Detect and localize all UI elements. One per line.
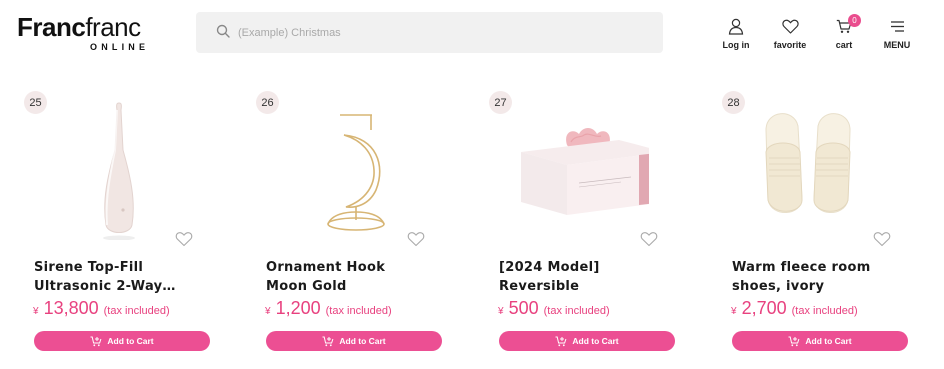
nav-favorite-label: favorite [773, 40, 807, 50]
nav-login[interactable]: Log in [722, 16, 750, 54]
add-to-cart-button[interactable]: Add to Cart [266, 331, 442, 351]
tax-note: (tax included) [543, 305, 610, 317]
price-amount: 13,800 [43, 298, 99, 318]
price-amount: 2,700 [741, 298, 787, 318]
product-price: ¥ 2,700 (tax included) [731, 298, 858, 319]
price-amount: 1,200 [275, 298, 321, 318]
add-to-cart-button[interactable]: Add to Cart [499, 331, 675, 351]
search-bar[interactable] [196, 12, 663, 53]
nav-menu-label: MENU [883, 40, 911, 50]
add-to-cart-label: Add to Cart [107, 336, 154, 346]
tax-note: (tax included) [791, 305, 858, 317]
favorite-heart-icon[interactable] [407, 231, 425, 247]
nav-login-label: Log in [722, 40, 750, 50]
currency-symbol: ¥ [731, 306, 737, 317]
product-name[interactable]: Warm fleece room shoes, ivory [732, 258, 892, 296]
cart-icon: 0 [836, 14, 861, 36]
favorite-heart-icon[interactable] [175, 231, 193, 247]
favorite-heart-icon[interactable] [873, 231, 891, 247]
currency-symbol: ¥ [265, 306, 271, 317]
product-price: ¥ 500 (tax included) [498, 298, 610, 319]
site-logo[interactable]: Francfranc ONLINE [17, 14, 157, 54]
tax-note: (tax included) [103, 305, 170, 317]
product-image-slippers[interactable] [742, 90, 882, 240]
product-price: ¥ 1,200 (tax included) [265, 298, 392, 319]
cart-count-badge: 0 [848, 14, 861, 27]
add-to-cart-button[interactable]: Add to Cart [34, 331, 210, 351]
heart-icon [781, 16, 799, 36]
tax-note: (tax included) [325, 305, 392, 317]
cart-plus-icon [788, 336, 800, 346]
product-name[interactable]: Sirene Top-Fill Ultrasonic 2-Way… [34, 258, 194, 296]
search-icon [216, 23, 230, 42]
product-image-humidifier[interactable] [44, 90, 184, 241]
nav-menu[interactable]: MENU [882, 16, 912, 54]
currency-symbol: ¥ [498, 306, 504, 317]
product-name[interactable]: [2024 Model] Reversible Microfiber… [499, 258, 659, 296]
product-image-moon-hook[interactable] [276, 90, 416, 240]
nav-cart[interactable]: 0 cart [832, 14, 861, 54]
price-amount: 500 [508, 298, 539, 318]
nav-cart-label: cart [835, 40, 853, 50]
add-to-cart-label: Add to Cart [339, 336, 386, 346]
product-card[interactable]: 27 [2024 Model] Reversible Microfiber… ¥… [489, 90, 675, 360]
cart-plus-icon [322, 336, 334, 346]
user-icon [728, 16, 744, 36]
product-name[interactable]: Ornament Hook Moon Gold [266, 258, 426, 296]
product-card[interactable]: 26 Ornament Hook Moon Gold ¥ 1,200 (tax … [256, 90, 442, 360]
logo-subtitle: ONLINE [90, 42, 150, 52]
add-to-cart-label: Add to Cart [572, 336, 619, 346]
add-to-cart-button[interactable]: Add to Cart [732, 331, 908, 351]
product-image-tissue-box[interactable] [509, 90, 665, 240]
cart-plus-icon [555, 336, 567, 346]
nav-favorite[interactable]: favorite [770, 16, 810, 54]
search-input[interactable] [238, 26, 638, 39]
favorite-heart-icon[interactable] [640, 231, 658, 247]
product-price: ¥ 13,800 (tax included) [33, 298, 170, 319]
logo-wordmark: Francfranc [17, 12, 141, 42]
add-to-cart-label: Add to Cart [805, 336, 852, 346]
menu-icon [890, 16, 905, 36]
cart-plus-icon [90, 336, 102, 346]
product-card[interactable]: 25 Sirene Top-Fill Ultrasonic 2-Way… ¥ 1… [24, 90, 210, 360]
product-card[interactable]: 28 Warm fleece room shoes, ivory ¥ 2,700… [722, 90, 908, 360]
currency-symbol: ¥ [33, 306, 39, 317]
